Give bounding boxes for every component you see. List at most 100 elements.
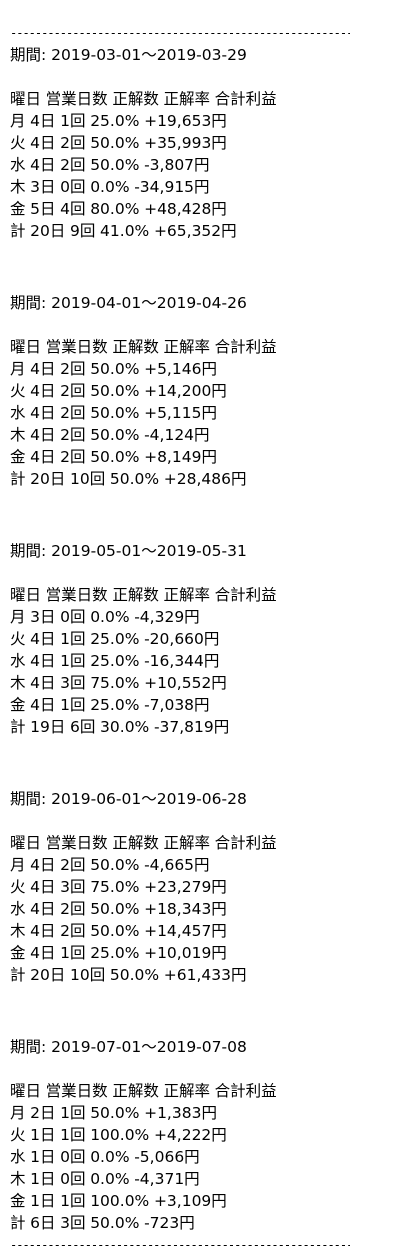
table-cell: 1日 bbox=[30, 1170, 56, 1188]
table-row: 水 4日 1回 25.0% -16,344円 bbox=[10, 650, 390, 672]
table-cell: 2回 bbox=[60, 404, 86, 422]
table-cell: 50.0% bbox=[109, 966, 160, 984]
table-cell: 1回 bbox=[60, 652, 86, 670]
table-cell: 金 bbox=[10, 200, 26, 218]
column-header: 正解率 bbox=[163, 1082, 210, 1100]
table-cell: -5,066円 bbox=[134, 1148, 200, 1166]
table-row: 水 4日 2回 50.0% -3,807円 bbox=[10, 154, 390, 176]
table-cell: 25.0% bbox=[90, 630, 140, 648]
table-cell: 30.0% bbox=[100, 718, 150, 736]
table-cell: 50.0% bbox=[90, 1214, 140, 1232]
table-cell: 9回 bbox=[70, 222, 96, 240]
column-header: 曜日 bbox=[10, 338, 42, 356]
column-header: 営業日数 bbox=[45, 834, 108, 852]
table-cell: 25.0% bbox=[90, 652, 140, 670]
table-row: 金 4日 1回 25.0% -7,038円 bbox=[10, 694, 390, 716]
table-cell: 月 bbox=[10, 856, 26, 874]
table-cell: +48,428円 bbox=[144, 200, 227, 218]
table-cell: 4日 bbox=[30, 674, 56, 692]
table-cell: 1回 bbox=[60, 944, 86, 962]
stats-table: 曜日 営業日数 正解数 正解率 合計利益月 4日 1回 25.0% +19,653円火 4日 2回 5… bbox=[10, 88, 390, 242]
table-cell: 計 bbox=[10, 718, 26, 736]
table-row: 月 4日 2回 50.0% -4,665円 bbox=[10, 854, 390, 876]
table-cell: +5,146円 bbox=[144, 360, 217, 378]
bottom-divider: ----------------------------------------… bbox=[10, 1238, 350, 1252]
table-cell: 火 bbox=[10, 134, 26, 152]
table-cell: 金 bbox=[10, 1192, 26, 1210]
table-cell: 3回 bbox=[60, 674, 86, 692]
table-cell: 火 bbox=[10, 1126, 26, 1144]
table-cell: 19日 bbox=[30, 718, 66, 736]
table-cell: 4日 bbox=[30, 426, 56, 444]
table-cell: 1回 bbox=[60, 1192, 86, 1210]
table-cell: 木 bbox=[10, 426, 26, 444]
table-cell: +10,552円 bbox=[144, 674, 227, 692]
table-cell: 3日 bbox=[30, 608, 56, 626]
table-row: 火 4日 1回 25.0% -20,660円 bbox=[10, 628, 390, 650]
table-cell: 3回 bbox=[60, 878, 86, 896]
table-cell: 火 bbox=[10, 630, 26, 648]
table-cell: 4日 bbox=[30, 630, 56, 648]
table-cell: 4日 bbox=[30, 112, 56, 130]
table-cell: 1日 bbox=[30, 1148, 56, 1166]
table-cell: 0.0% bbox=[90, 1148, 130, 1166]
period-label: 期間: 2019-07-01〜2019-07-08 bbox=[10, 1038, 247, 1056]
total-row: 計 6日 3回 50.0% -723円 bbox=[10, 1212, 390, 1234]
table-cell: 100.0% bbox=[90, 1192, 150, 1210]
table-cell: 月 bbox=[10, 360, 26, 378]
table-cell: 50.0% bbox=[90, 856, 140, 874]
table-cell: +35,993円 bbox=[144, 134, 227, 152]
table-cell: 0.0% bbox=[90, 608, 130, 626]
table-header: 曜日 営業日数 正解数 正解率 合計利益 bbox=[10, 88, 390, 110]
column-header: 正解数 bbox=[112, 586, 159, 604]
table-cell: 木 bbox=[10, 674, 26, 692]
table-cell: +28,486円 bbox=[163, 470, 247, 488]
table-header: 曜日 営業日数 正解数 正解率 合計利益 bbox=[10, 336, 390, 358]
table-cell: 4日 bbox=[30, 652, 56, 670]
column-header: 営業日数 bbox=[45, 338, 108, 356]
table-cell: 4日 bbox=[30, 856, 56, 874]
table-cell: 月 bbox=[10, 608, 26, 626]
table-cell: -723円 bbox=[144, 1214, 195, 1232]
column-header: 曜日 bbox=[10, 834, 42, 852]
table-cell: 5日 bbox=[30, 200, 56, 218]
table-cell: 75.0% bbox=[90, 674, 140, 692]
table-cell: 4回 bbox=[60, 200, 86, 218]
table-cell: 4日 bbox=[30, 944, 56, 962]
table-cell: 1日 bbox=[30, 1192, 56, 1210]
table-cell: 金 bbox=[10, 696, 26, 714]
table-cell: +23,279円 bbox=[144, 878, 227, 896]
table-cell: 火 bbox=[10, 382, 26, 400]
table-cell: 4日 bbox=[30, 156, 56, 174]
table-row: 金 4日 2回 50.0% +8,149円 bbox=[10, 446, 390, 468]
table-cell: -3,807円 bbox=[144, 156, 210, 174]
table-cell: 計 bbox=[10, 470, 26, 488]
column-header: 正解数 bbox=[112, 90, 159, 108]
table-cell: 2回 bbox=[60, 382, 86, 400]
period-block: 期間: 2019-06-01〜2019-06-28 曜日 営業日数 正解数 正解率 合計利… bbox=[10, 788, 390, 986]
table-cell: 4日 bbox=[30, 448, 56, 466]
table-cell: 10回 bbox=[70, 966, 106, 984]
table-cell: 0回 bbox=[60, 1148, 86, 1166]
table-cell: 41.0% bbox=[100, 222, 150, 240]
table-cell: +18,343円 bbox=[144, 900, 227, 918]
table-cell: +14,457円 bbox=[144, 922, 227, 940]
table-cell: 50.0% bbox=[90, 922, 140, 940]
table-cell: 1回 bbox=[60, 696, 86, 714]
table-header: 曜日 営業日数 正解数 正解率 合計利益 bbox=[10, 832, 390, 854]
table-row: 月 4日 1回 25.0% +19,653円 bbox=[10, 110, 390, 132]
column-header: 合計利益 bbox=[214, 90, 277, 108]
stats-table: 曜日 営業日数 正解数 正解率 合計利益月 3日 0回 0.0% -4,329円火 4日 1回 25.… bbox=[10, 584, 390, 738]
table-cell: 1回 bbox=[60, 1126, 86, 1144]
table-cell: 4日 bbox=[30, 404, 56, 422]
table-cell: 3日 bbox=[30, 178, 56, 196]
report-document: ----------------------------------------… bbox=[10, 24, 390, 1254]
period-block: 期間: 2019-05-01〜2019-05-31 曜日 営業日数 正解数 正解率 合計利… bbox=[10, 540, 390, 738]
table-cell: 50.0% bbox=[90, 134, 140, 152]
table-cell: 4日 bbox=[30, 900, 56, 918]
table-row: 月 3日 0回 0.0% -4,329円 bbox=[10, 606, 390, 628]
total-row: 計 20日 10回 50.0% +61,433円 bbox=[10, 964, 390, 986]
table-cell: 火 bbox=[10, 878, 26, 896]
table-cell: +19,653円 bbox=[144, 112, 227, 130]
period-block: 期間: 2019-03-01〜2019-03-29 曜日 営業日数 正解数 正解率 合計利… bbox=[10, 44, 390, 242]
